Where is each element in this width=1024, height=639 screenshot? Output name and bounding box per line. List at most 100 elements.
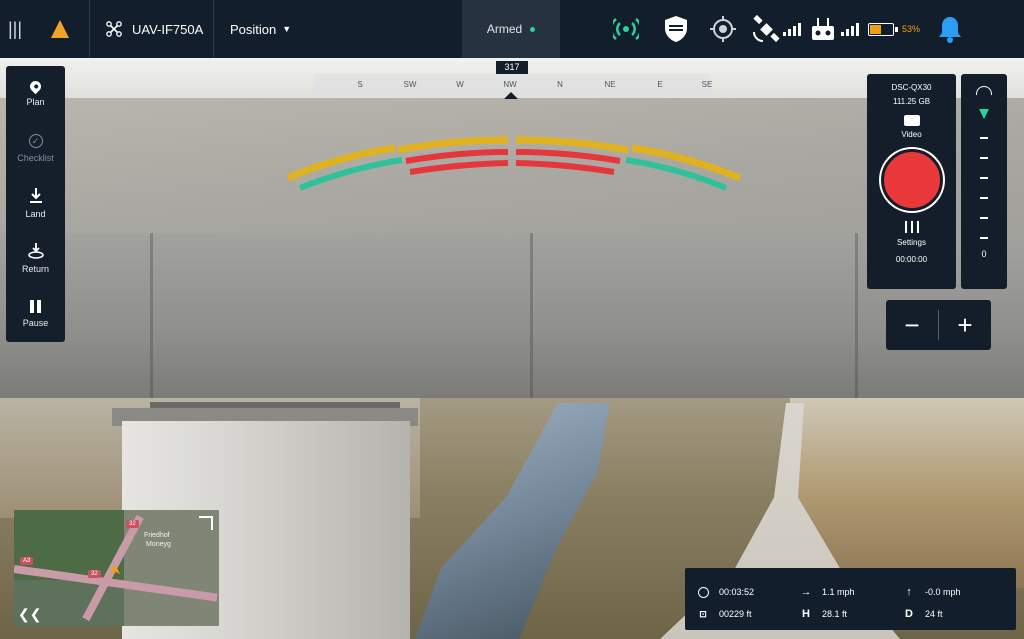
- flight-time-value: 00:03:52: [719, 587, 755, 597]
- altitude-value: 28.1 ft: [822, 609, 848, 619]
- battery-status[interactable]: 53%: [864, 0, 924, 58]
- checklist-button[interactable]: ✓ Checklist: [6, 121, 65, 176]
- video-camera-icon[interactable]: [903, 115, 920, 126]
- flight-mode-label: Position: [230, 21, 277, 37]
- gps-target-icon[interactable]: [700, 0, 746, 58]
- map-road-shield: 32: [88, 570, 101, 578]
- zoom-control: − +: [886, 300, 991, 350]
- settings-sliders-icon[interactable]: [904, 221, 919, 233]
- proximity-arc-center-left-red: [409, 160, 509, 175]
- land-label: Land: [25, 209, 46, 219]
- heading-mark: SW: [403, 80, 417, 89]
- girder-seam: [150, 233, 153, 398]
- heading-mark: E: [657, 80, 663, 89]
- home-distance-value: 24 ft: [925, 609, 943, 619]
- notification-bell-icon[interactable]: [930, 0, 970, 58]
- rc-signal-icon[interactable]: [806, 0, 864, 58]
- collapse-chevron-icon[interactable]: ❮❮: [18, 606, 41, 623]
- top-bar: ||| UAV-IF750A Position ▼ Armed 53%: [0, 0, 1024, 58]
- vertical-speed-value: -0.0 mph: [925, 587, 961, 597]
- camera-mode-label[interactable]: Video: [901, 130, 921, 139]
- girder-seam: [530, 233, 533, 398]
- record-button[interactable]: [880, 149, 943, 211]
- menu-icon[interactable]: |||: [0, 0, 30, 58]
- gimbal-tick: [980, 237, 988, 239]
- camera-model: DSC-QX30: [891, 83, 932, 92]
- link-signal-icon[interactable]: [612, 0, 640, 58]
- tool-panel: Plan ✓ Checklist Land Return Pause: [6, 66, 65, 342]
- horizontal-speed-icon: →: [800, 586, 812, 598]
- land-button[interactable]: Land: [6, 176, 65, 231]
- camera-panel: DSC-QX30 111.25 GB Video Settings 00:00:…: [867, 74, 956, 289]
- app-logo[interactable]: [30, 0, 90, 58]
- arm-status[interactable]: Armed: [462, 0, 560, 58]
- battery-icon: [867, 22, 898, 36]
- telemetry-panel: 00:03:52 ⊡ 00229 ft → 1.1 mph H 28.1 ft …: [685, 568, 1016, 630]
- zoom-out-button[interactable]: −: [886, 300, 938, 350]
- drone-icon: [106, 21, 122, 37]
- arm-status-dot: [530, 26, 536, 32]
- clock-icon: [697, 586, 709, 598]
- checkmark-icon: ✓: [28, 134, 43, 148]
- horizontal-speed-value: 1.1 mph: [822, 587, 855, 597]
- mini-map[interactable]: Friedhof Moneyg A3 32 32 ❮❮: [14, 510, 219, 626]
- arm-status-label: Armed: [486, 22, 523, 36]
- map-pin-icon: [27, 78, 44, 94]
- battery-percent: 53%: [901, 24, 920, 34]
- logo-icon: [50, 20, 69, 38]
- map-label: Moneyg: [146, 541, 171, 548]
- home-distance: D 24 ft: [903, 608, 943, 620]
- satellite-bars: [782, 22, 801, 36]
- pause-button[interactable]: Pause: [6, 286, 65, 341]
- distance: ⊡ 00229 ft: [697, 608, 752, 620]
- gimbal-tick: [980, 177, 988, 179]
- zoom-in-button[interactable]: +: [939, 300, 991, 350]
- expand-map-icon[interactable]: [199, 516, 213, 530]
- gimbal-reset-icon[interactable]: [976, 86, 992, 95]
- heading-mark: SE: [701, 80, 713, 89]
- heading-mark: S: [357, 80, 363, 89]
- checklist-label: Checklist: [17, 153, 54, 163]
- battery-fill: [869, 24, 881, 34]
- proximity-arc-center-left-red2: [405, 149, 509, 164]
- map-road-shield: A3: [20, 557, 34, 565]
- gimbal-tick: [980, 197, 988, 199]
- gimbal-value: 0: [981, 249, 987, 259]
- distance-value: 00229 ft: [719, 609, 752, 619]
- heading-mark: NW: [503, 80, 517, 89]
- plan-label: Plan: [26, 96, 45, 107]
- heading-value: 317: [496, 61, 528, 74]
- rc-bars: [841, 22, 859, 36]
- plan-button[interactable]: Plan: [6, 66, 65, 121]
- altitude-icon: H: [802, 608, 810, 620]
- return-label: Return: [21, 264, 49, 274]
- vertical-speed: ↑ -0.0 mph: [903, 586, 961, 598]
- shield-icon[interactable]: [652, 0, 700, 58]
- pause-icon: [30, 299, 41, 313]
- return-button[interactable]: Return: [6, 231, 65, 286]
- heading-mark: N: [557, 80, 563, 89]
- distance-icon: ⊡: [699, 608, 707, 619]
- heading-mark: W: [456, 80, 464, 89]
- status-icons: 53%: [612, 0, 970, 58]
- record-timer: 00:00:00: [895, 255, 928, 264]
- gimbal-position-marker[interactable]: [979, 109, 989, 119]
- land-icon: [29, 188, 42, 203]
- heading-mark: NE: [604, 80, 616, 89]
- proximity-arc-center-right-red2: [515, 149, 621, 164]
- gimbal-ladder[interactable]: 0: [961, 74, 1007, 289]
- vehicle-selector[interactable]: UAV-IF750A: [90, 0, 214, 58]
- proximity-arc-center-left-yellow: [397, 136, 509, 154]
- chevron-down-icon: ▼: [282, 24, 292, 34]
- gimbal-tick: [980, 157, 988, 159]
- vehicle-name: UAV-IF750A: [132, 21, 204, 37]
- satellite-signal-icon[interactable]: [746, 0, 806, 58]
- return-home-icon: [27, 243, 44, 259]
- flight-mode-dropdown[interactable]: Position ▼: [230, 0, 291, 58]
- horizontal-speed: → 1.1 mph: [800, 586, 855, 598]
- camera-settings-label[interactable]: Settings: [897, 238, 926, 247]
- flight-time: 00:03:52: [697, 586, 754, 598]
- camera-storage: 111.25 GB: [892, 97, 931, 106]
- home-distance-icon: D: [905, 608, 913, 620]
- obstacle-proximity-indicator: [286, 136, 742, 191]
